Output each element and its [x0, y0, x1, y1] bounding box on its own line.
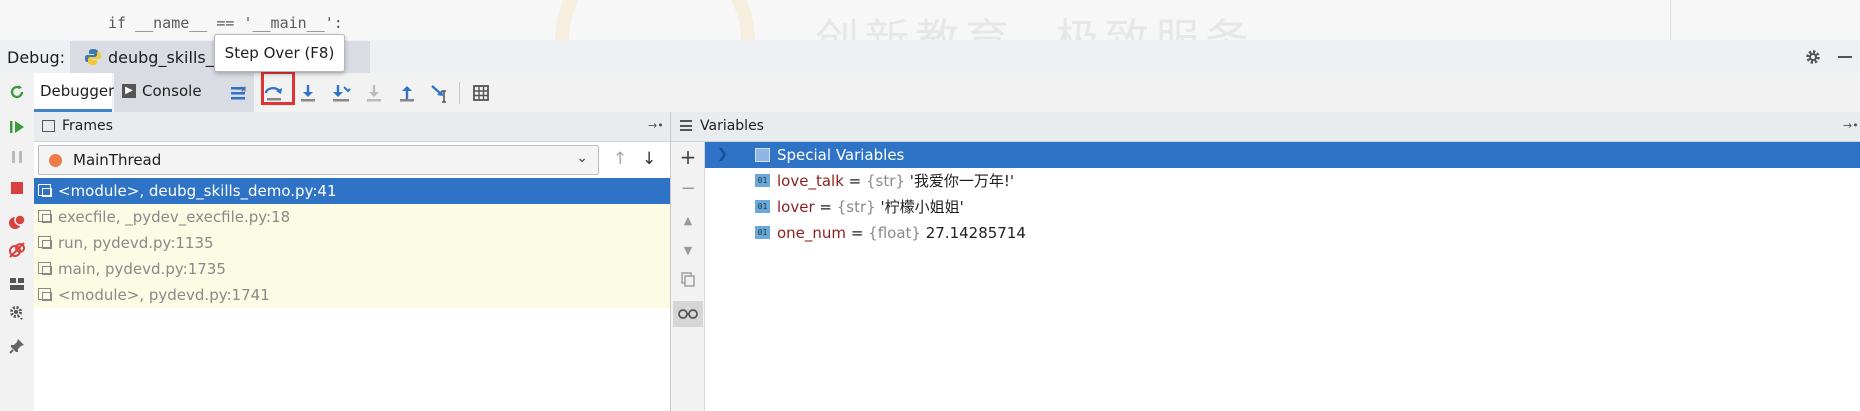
view-breakpoints-icon[interactable]	[6, 211, 28, 233]
editor-divider	[1670, 0, 1671, 40]
variable-type: {str}	[866, 172, 905, 190]
move-up-icon[interactable]: ▲	[677, 210, 699, 232]
show-execution-point-icon[interactable]	[225, 80, 251, 106]
frame-row[interactable]: execfile, _pydev_execfile.py:18	[34, 204, 670, 230]
frame-icon	[38, 236, 52, 249]
frame-row[interactable]: <module>, pydevd.py:1741	[34, 282, 670, 308]
python-icon	[85, 49, 101, 65]
frame-label: <module>, deubg_skills_demo.py:41	[58, 182, 337, 200]
frame-icon	[38, 210, 52, 223]
rerun-icon[interactable]	[6, 81, 28, 103]
mute-breakpoints-icon[interactable]	[6, 239, 28, 261]
variables-title: Variables	[700, 118, 764, 134]
tab-console-label: Console	[142, 82, 202, 100]
variable-type-icon: 01	[755, 226, 770, 239]
frame-label: run, pydevd.py:1135	[58, 234, 214, 252]
variable-row[interactable]: 01 lover = {str} '柠檬小姐姐'	[705, 194, 1860, 220]
previous-frame-icon[interactable]: ↑	[613, 149, 627, 169]
variable-name: one_num	[777, 224, 847, 242]
thread-status-icon	[49, 154, 62, 167]
gear-icon[interactable]	[1804, 48, 1822, 66]
frame-row[interactable]: <module>, deubg_skills_demo.py:41	[34, 178, 670, 204]
thread-select-value: MainThread	[73, 151, 162, 169]
variable-equals: =	[846, 224, 869, 242]
tab-debugger-label: Debugger	[40, 82, 115, 100]
variable-entry: one_num = {float} 27.14285714285714	[777, 220, 1027, 246]
copy-icon[interactable]	[677, 271, 699, 293]
move-down-icon[interactable]: ▼	[677, 240, 699, 262]
resume-icon[interactable]	[6, 116, 28, 138]
variables-panel: Variables →• + − ▲ ▼ ❯ Special Variables…	[671, 112, 1860, 411]
debug-label: Debug:	[7, 48, 66, 67]
variable-type-icon: 01	[755, 174, 770, 187]
variable-equals: =	[843, 172, 866, 190]
variable-row[interactable]: 01 one_num = {float} 27.14285714285714	[705, 220, 1860, 246]
thread-select[interactable]: MainThread ⌄	[38, 145, 599, 175]
glasses-icon[interactable]	[673, 301, 703, 327]
minimize-icon[interactable]	[1838, 56, 1852, 58]
variable-name: love_talk	[777, 172, 844, 190]
force-step-into-icon[interactable]	[361, 80, 387, 106]
frame-label: execfile, _pydev_execfile.py:18	[58, 208, 291, 226]
evaluate-expression-icon[interactable]	[468, 80, 494, 106]
frames-panel: Frames →• MainThread ⌄ ↑ ↓ <module>, deu…	[34, 112, 671, 411]
special-variables-label: Special Variables	[777, 146, 905, 164]
variable-entry: lover = {str} '柠檬小姐姐'	[777, 194, 964, 220]
pause-icon[interactable]	[6, 146, 28, 168]
tab-debugger[interactable]: Debugger	[34, 73, 115, 112]
frame-label: main, pydevd.py:1735	[58, 260, 226, 278]
frames-pin-icon[interactable]: →•	[648, 119, 664, 132]
next-frame-icon[interactable]: ↓	[642, 149, 656, 169]
run-to-cursor-icon[interactable]	[427, 80, 453, 106]
variable-equals: =	[814, 198, 837, 216]
variable-value: '我爱你一万年!'	[904, 172, 1014, 190]
variables-header: Variables →•	[671, 112, 1860, 142]
toolbar-separator	[459, 82, 460, 104]
code-line: if __name__ == '__main__':	[108, 14, 343, 32]
settings-icon[interactable]	[6, 302, 28, 324]
step-into-icon[interactable]	[295, 80, 321, 106]
variable-value: '柠檬小姐姐'	[875, 198, 964, 216]
step-into-my-code-icon[interactable]	[328, 80, 354, 106]
variable-value: 27.14285714285714	[925, 224, 1027, 242]
frames-header: Frames →•	[34, 112, 670, 142]
remove-watch-icon[interactable]: −	[677, 178, 699, 200]
frame-icon	[38, 184, 52, 197]
layout-icon[interactable]	[6, 273, 28, 295]
step-over-tooltip: Step Over (F8)	[214, 34, 345, 72]
debug-side-toolbar	[0, 73, 35, 411]
debugger-toolbar: Debugger ▶ Console ⇥	[34, 73, 1860, 113]
variables-icon	[680, 120, 692, 131]
add-watch-icon[interactable]: +	[677, 146, 699, 168]
chevron-right-icon[interactable]: ❯	[717, 142, 728, 168]
step-out-icon[interactable]	[394, 80, 420, 106]
variable-type: {float}	[868, 224, 921, 242]
variables-toolbar: + − ▲ ▼	[671, 142, 705, 411]
special-variables-icon	[755, 148, 770, 162]
frames-title: Frames	[62, 118, 113, 134]
step-over-highlight-box	[261, 71, 295, 105]
variable-row[interactable]: 01 love_talk = {str} '我爱你一万年!'	[705, 168, 1860, 194]
variable-name: lover	[777, 198, 815, 216]
console-icon: ▶	[122, 84, 136, 98]
variable-entry: love_talk = {str} '我爱你一万年!'	[777, 168, 1014, 194]
variables-pin-icon[interactable]: →•	[1843, 119, 1859, 132]
frames-icon	[42, 120, 55, 132]
debug-session-tab-label: deubg_skills_d	[108, 48, 224, 67]
frame-icon	[38, 288, 52, 301]
variable-type-icon: 01	[755, 200, 770, 213]
chevron-down-icon: ⌄	[576, 150, 588, 166]
frame-icon	[38, 262, 52, 275]
stop-icon[interactable]	[6, 177, 28, 199]
special-variables-row[interactable]: ❯ Special Variables	[705, 142, 1860, 168]
frame-row[interactable]: main, pydevd.py:1735	[34, 256, 670, 282]
variable-type: {str}	[836, 198, 876, 216]
pin-icon[interactable]	[6, 335, 28, 357]
frame-row[interactable]: run, pydevd.py:1135	[34, 230, 670, 256]
frame-label: <module>, pydevd.py:1741	[58, 286, 270, 304]
